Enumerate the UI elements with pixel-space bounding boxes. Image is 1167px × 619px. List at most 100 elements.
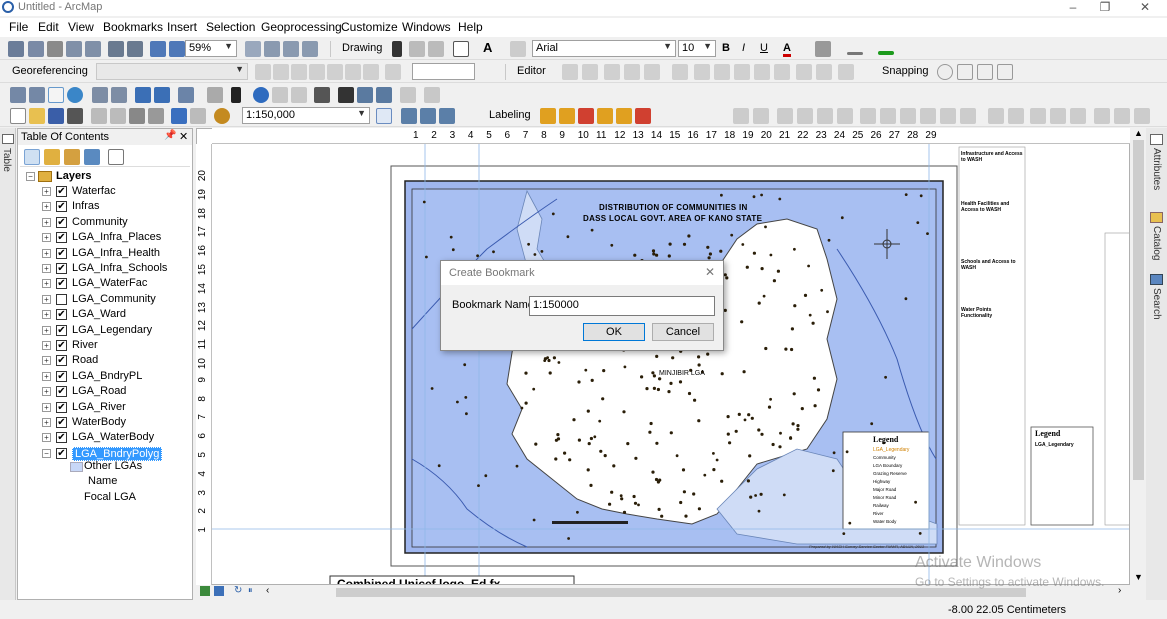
zoom-in-icon[interactable] [10,87,26,103]
layer-visibility-checkbox[interactable]: ✔ [56,401,67,413]
ok-button[interactable]: OK [583,323,645,341]
layer-visibility-checkbox[interactable]: ✔ [56,355,67,367]
table-icon[interactable] [2,134,14,144]
layers-root[interactable]: − Layers [26,169,186,184]
rotate-left-icon[interactable] [1094,108,1110,124]
menu-selection[interactable]: Selection [206,20,255,34]
attributes-side-tab[interactable]: Attributes [1151,148,1162,190]
expand-icon[interactable]: + [42,264,51,273]
cancel-button[interactable]: Cancel [652,323,714,341]
copy-icon[interactable] [110,108,126,124]
data-view-icon[interactable] [214,586,224,596]
align-bottom-icon[interactable] [960,108,976,124]
expand-icon[interactable]: + [42,356,51,366]
layer-visibility-checkbox[interactable]: ✔ [56,386,67,398]
fixed-zoom-out-icon[interactable] [111,87,127,103]
html-popup-icon[interactable] [291,87,307,103]
layer-visibility-checkbox[interactable] [56,293,67,305]
scroll-right-icon[interactable]: › [1118,585,1121,596]
rotate-icon[interactable] [409,41,425,57]
expand-icon[interactable]: + [42,387,51,397]
layer-name-label[interactable]: River [72,339,98,351]
fixed-zoom-in-icon[interactable] [108,41,124,57]
find-route-icon[interactable] [357,87,373,103]
layer-name-label[interactable]: LGA_Infra_Schools [72,262,167,274]
italic-button[interactable]: I [742,42,745,54]
layer-visibility-checkbox[interactable]: ✔ [56,278,67,290]
menu-file[interactable]: File [9,20,28,34]
open-icon[interactable] [29,108,45,124]
underline-button[interactable]: U [760,42,768,54]
table-of-contents-icon[interactable] [401,108,417,124]
layer-visibility-checkbox[interactable]: ✔ [56,432,67,444]
menu-view[interactable]: View [68,20,94,34]
list-by-visibility-icon[interactable] [64,149,80,165]
toc-layer-row[interactable]: + ✔ LGA_River [42,400,187,415]
layer-visibility-checkbox[interactable]: ✔ [56,186,67,197]
toc-layer-row[interactable]: + ✔ LGA_Infra_Places [42,230,187,245]
layer-visibility-checkbox[interactable]: ✔ [56,447,67,459]
create-viewer-icon[interactable] [424,87,440,103]
menu-bookmarks[interactable]: Bookmarks [103,20,163,34]
undo-icon[interactable] [171,108,187,124]
layer-name-label[interactable]: LGA_WaterBody [72,431,154,443]
toc-layer-row[interactable]: + ✔ LGA_WaterBody [42,430,187,445]
layer-name-label[interactable]: LGA_Road [72,385,126,397]
editor-menu-label[interactable]: Editor [517,65,546,77]
make-same-size-icon[interactable] [1030,108,1046,124]
expand-icon[interactable]: + [42,248,51,258]
pause-drawing-icon[interactable]: ⏸ [248,585,253,596]
vertical-scroll-thumb[interactable] [1133,140,1144,480]
expand-icon[interactable]: + [42,325,51,335]
menu-help[interactable]: Help [458,20,483,34]
align-tool-icon[interactable] [733,108,749,124]
layer-name-label[interactable]: WaterBody [72,416,126,428]
search-icon[interactable] [1150,274,1163,285]
layer-visibility-checkbox[interactable]: ✔ [56,340,67,351]
list-by-selection-icon[interactable] [84,149,100,165]
toc-layer-row[interactable]: − ✔ LGA_BndryPolyg [42,446,187,461]
table-side-tab[interactable]: Table [1,148,12,172]
send-to-back-icon[interactable] [837,108,853,124]
change-layout-icon[interactable] [283,41,299,57]
layer-name-label[interactable]: LGA_Community [72,293,156,305]
distribute-icon[interactable] [1008,108,1024,124]
label-priority-icon[interactable] [559,108,575,124]
layer-visibility-checkbox[interactable]: ✔ [56,417,67,428]
layer-name-label[interactable]: LGA_Ward [72,308,126,320]
expand-icon[interactable]: + [42,402,51,412]
flip-icon[interactable] [1134,108,1150,124]
font-size-dropdown[interactable]: 10 ▼ [678,40,716,57]
layer-name-label[interactable]: Community [72,216,128,228]
font-name-dropdown[interactable]: Arial ▼ [532,40,676,57]
layout-tool-icon[interactable] [8,41,24,57]
print-icon[interactable] [67,108,83,124]
vertex-snap-icon[interactable] [977,64,993,80]
layer-visibility-checkbox[interactable]: ✔ [56,232,67,244]
expand-icon[interactable]: + [42,418,51,427]
collapse-icon[interactable]: − [42,448,51,458]
select-elements-icon[interactable] [392,41,402,57]
lock-labels-icon[interactable] [597,108,613,124]
dialog-close-icon[interactable]: ✕ [705,265,715,279]
save-icon[interactable] [48,108,64,124]
marker-color-icon[interactable] [878,51,894,55]
toc-layer-row[interactable]: + ✔ WaterBody [42,415,187,430]
maximize-button[interactable]: ❐ [1090,0,1120,16]
refresh-icon[interactable]: ↻ [234,585,242,596]
pin-icon[interactable]: 📌 [164,130,176,141]
view-unplaced-labels-icon[interactable] [635,108,651,124]
toc-layer-row[interactable]: + ✔ LGA_BndryPL [42,369,187,384]
group-icon[interactable] [777,108,793,124]
layer-name-label[interactable]: LGA_Infra_Places [72,231,161,243]
layer-name-label[interactable]: LGA_Legendary [72,324,152,336]
bookmark-name-input[interactable]: 1:150000 [529,296,715,316]
make-same-size-icon[interactable] [1050,108,1066,124]
scroll-left-icon[interactable]: ‹ [266,585,269,596]
layout-view[interactable]: DISTRIBUTION OF COMMUNITIES IN DASS LOCA… [196,128,1130,585]
toc-layer-row[interactable]: + ✔ LGA_Legendary [42,323,187,338]
delete-icon[interactable] [148,108,164,124]
zoom-100-icon[interactable] [85,41,101,57]
full-extent-icon[interactable] [67,87,83,103]
paste-icon[interactable] [129,108,145,124]
